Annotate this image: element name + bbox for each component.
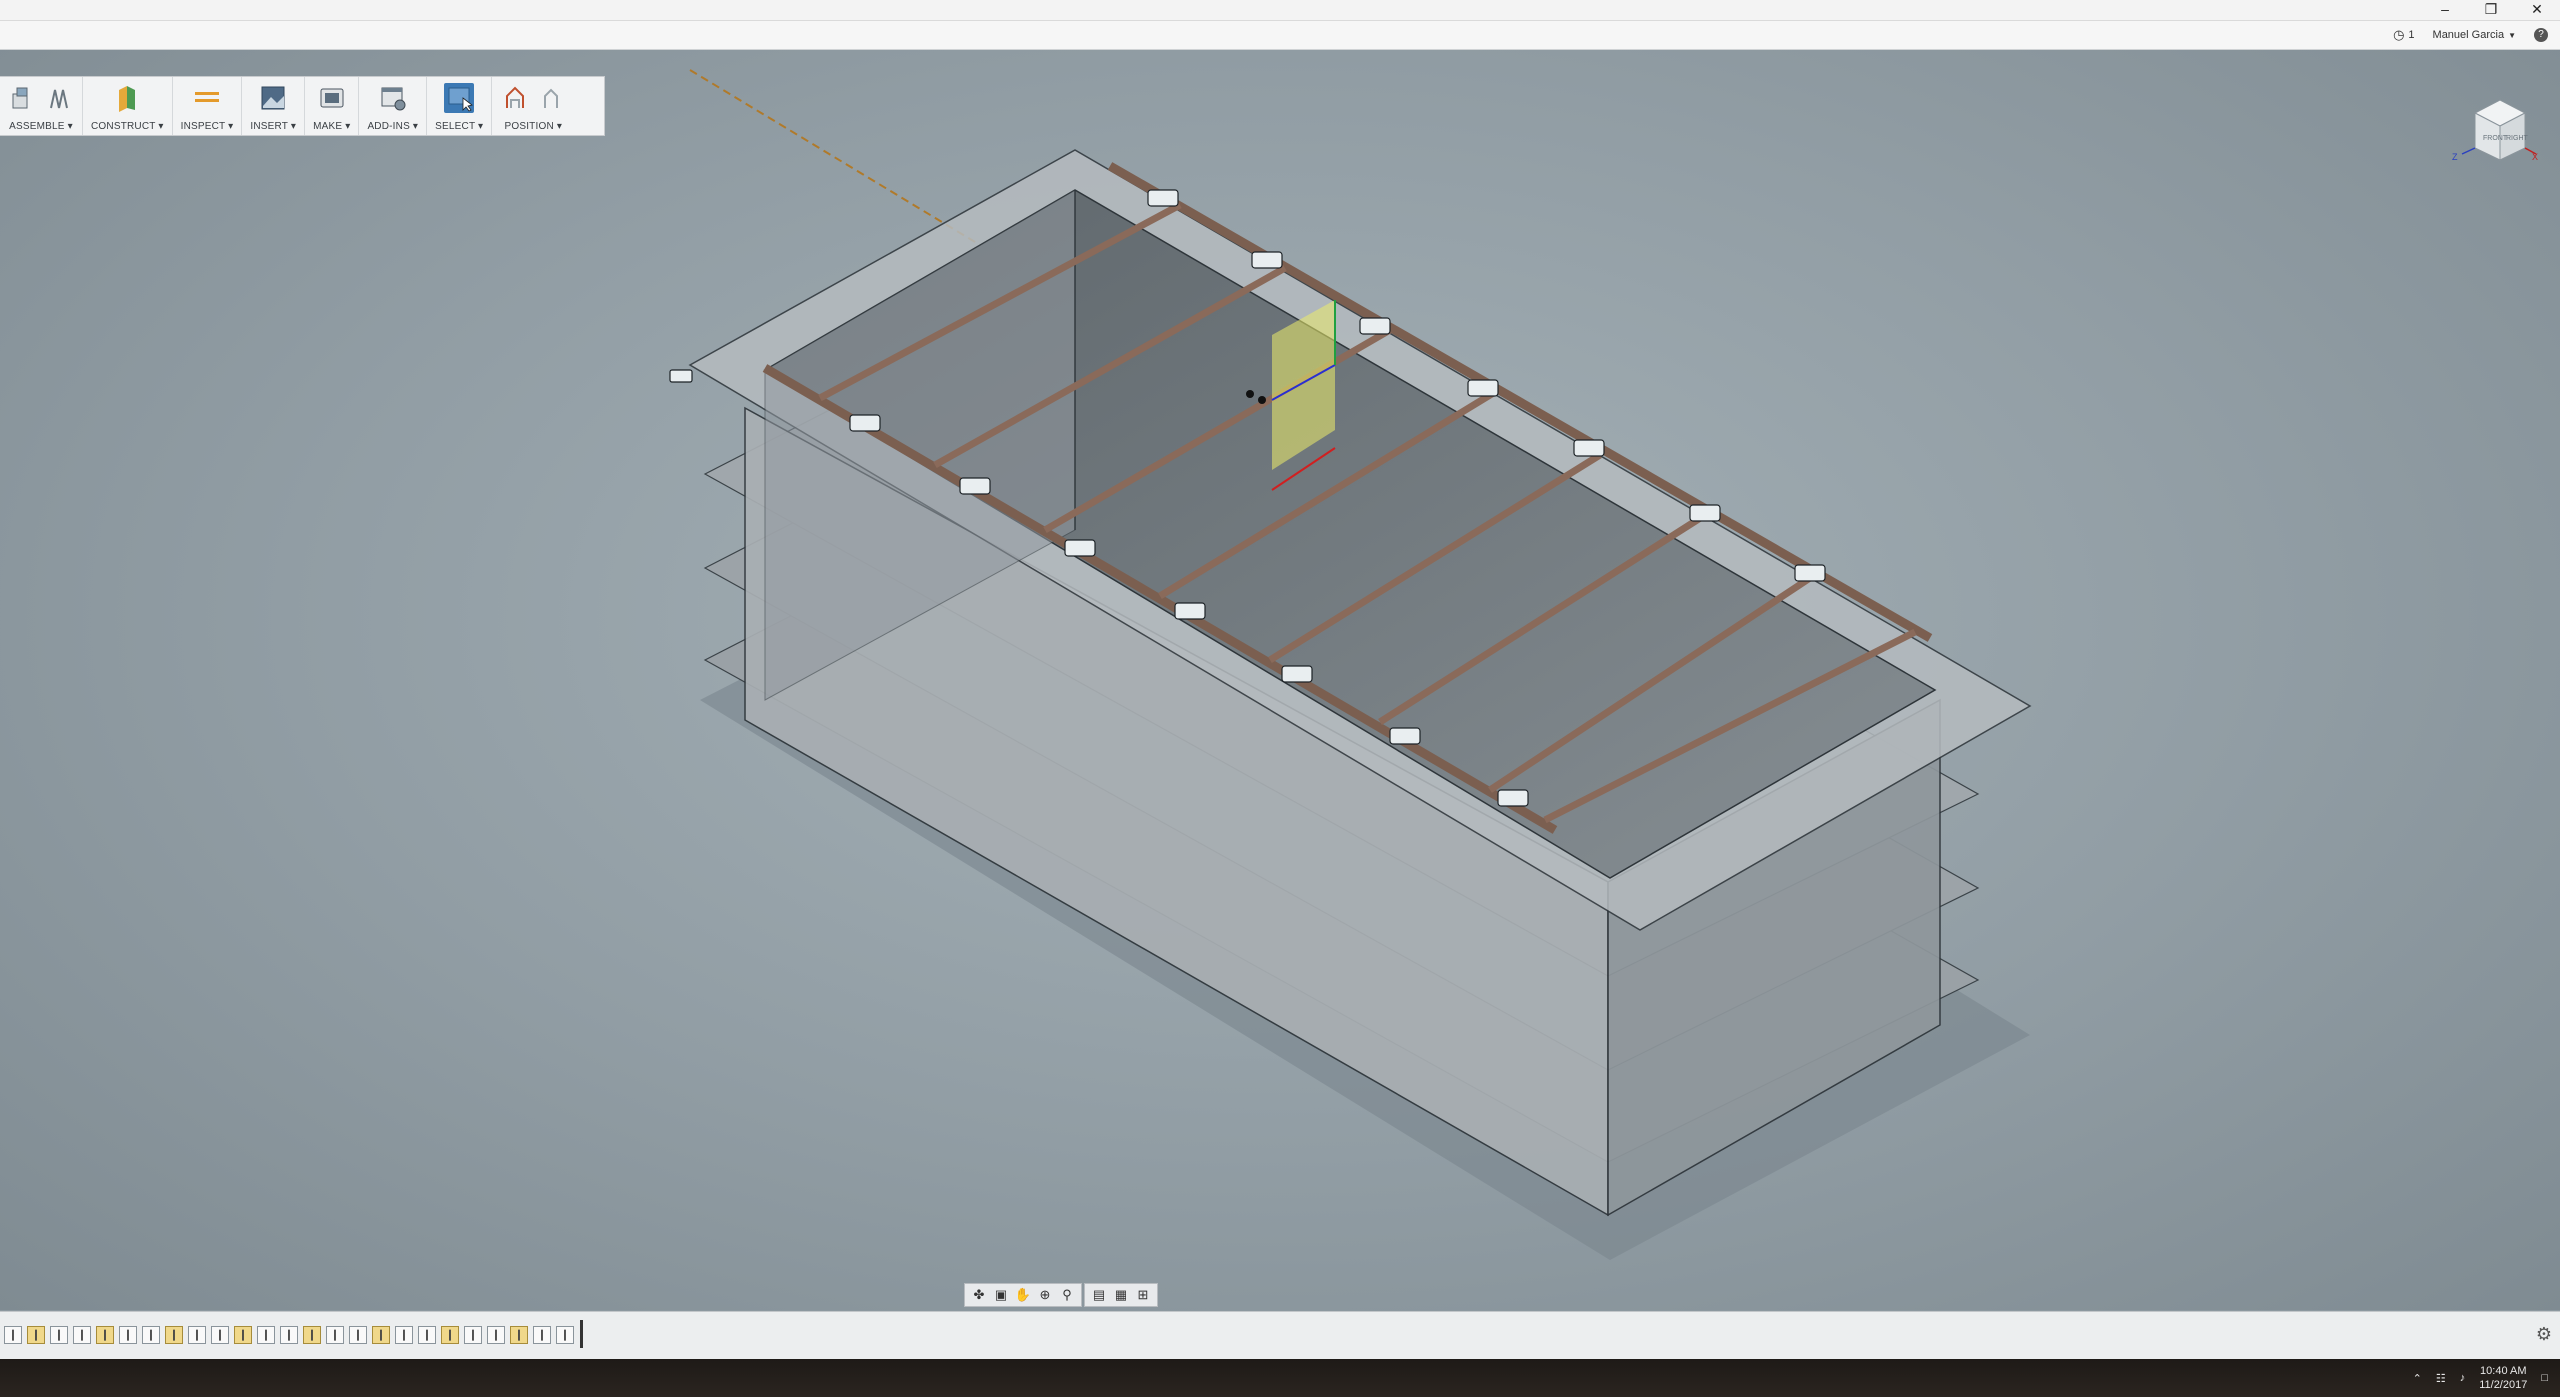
timeline-feature-icon[interactable]: ❙ <box>487 1326 505 1344</box>
os-taskbar: ⌃ ☷ ♪ 10:40 AM 11/2/2017 □ <box>0 1359 2560 1397</box>
timeline-feature-icon[interactable]: ❙ <box>119 1326 137 1344</box>
timeline-feature-icon[interactable]: ❙ <box>280 1326 298 1344</box>
look-at-icon[interactable]: ▣ <box>991 1286 1011 1304</box>
timeline-feature-icon[interactable]: ❙ <box>142 1326 160 1344</box>
timeline-feature-icon[interactable]: ❙ <box>303 1326 321 1344</box>
construct-group[interactable]: CONSTRUCT ▾ <box>83 77 173 135</box>
job-status[interactable]: ◷ 1 <box>2393 27 2414 43</box>
window-title-bar: – ❐ ✕ <box>0 0 2560 21</box>
insert-label: INSERT <box>250 121 288 132</box>
timeline-feature-icon[interactable]: ❙ <box>556 1326 574 1344</box>
timeline-feature-icon[interactable]: ❙ <box>188 1326 206 1344</box>
help-icon: ? <box>2534 28 2548 42</box>
offset-plane-icon[interactable] <box>112 83 142 113</box>
timeline-feature-icon[interactable]: ❙ <box>326 1326 344 1344</box>
zoom-icon[interactable]: ⊕ <box>1035 1286 1055 1304</box>
joint-icon[interactable] <box>44 83 74 113</box>
inspect-group[interactable]: INSPECT ▾ <box>173 77 243 135</box>
display-settings-icon[interactable]: ▤ <box>1089 1286 1109 1304</box>
capture-position-icon[interactable] <box>500 83 530 113</box>
network-icon[interactable]: ☷ <box>2436 1372 2446 1385</box>
timeline-feature-icon[interactable]: ❙ <box>96 1326 114 1344</box>
viewports-icon[interactable]: ⊞ <box>1133 1286 1153 1304</box>
timeline-feature-icon[interactable]: ❙ <box>418 1326 436 1344</box>
timeline-feature-icon[interactable]: ❙ <box>234 1326 252 1344</box>
gear-icon[interactable]: ⚙ <box>2536 1324 2552 1345</box>
minimize-button[interactable]: – <box>2422 0 2468 20</box>
restore-icon: ❐ <box>2484 1 2498 17</box>
system-tray: ⌃ ☷ ♪ 10:40 AM 11/2/2017 □ <box>2413 1359 2548 1397</box>
clock[interactable]: 10:40 AM 11/2/2017 <box>2479 1364 2527 1392</box>
timeline-feature-icon[interactable]: ❙ <box>165 1326 183 1344</box>
pan-icon[interactable]: ✋ <box>1013 1286 1033 1304</box>
design-viewport[interactable] <box>0 50 2560 1310</box>
user-menu[interactable]: Manuel Garcia ▼ <box>2433 29 2516 41</box>
timeline-feature-icon[interactable]: ❙ <box>395 1326 413 1344</box>
timeline-feature-icon[interactable]: ❙ <box>372 1326 390 1344</box>
notifications-icon[interactable]: □ <box>2541 1372 2548 1384</box>
navigation-bar: ✤ ▣ ✋ ⊕ ⚲ ▤ ▦ ⊞ <box>964 1283 1158 1307</box>
chevron-up-icon[interactable]: ⌃ <box>2413 1372 2422 1385</box>
chevron-down-icon: ▼ <box>2508 30 2516 40</box>
assemble-group[interactable]: ASSEMBLE ▾ <box>0 77 83 135</box>
assemble-label: ASSEMBLE <box>9 121 65 132</box>
close-icon: ✕ <box>2531 1 2543 17</box>
select-label: SELECT <box>435 121 476 132</box>
clock-icon: ◷ <box>2393 27 2405 42</box>
timeline-feature-icon[interactable]: ❙ <box>4 1326 22 1344</box>
axis-x-label: X <box>2532 152 2538 162</box>
make-group[interactable]: MAKE ▾ <box>305 77 360 135</box>
viewcube-front-label: FRONT <box>2483 135 2508 142</box>
inspect-label: INSPECT <box>180 121 226 132</box>
job-count: 1 <box>2408 29 2415 41</box>
zoom-window-icon[interactable]: ⚲ <box>1057 1286 1077 1304</box>
timeline-track: ❙ ❙ ❙ ❙ ❙ ❙ ❙ ❙ ❙ ❙ ❙ ❙ ❙ ❙ ❙ ❙ ❙ ❙ ❙ ❙ ❙ ❙ ❙ ❙ ❙ <box>4 1326 574 1344</box>
position-group[interactable]: POSITION ▾ <box>492 77 574 135</box>
timeline-feature-icon[interactable]: ❙ <box>464 1326 482 1344</box>
construct-label: CONSTRUCT <box>91 121 156 132</box>
render-icon[interactable] <box>317 83 347 113</box>
position-label: POSITION <box>504 121 554 132</box>
timeline-feature-icon[interactable]: ❙ <box>533 1326 551 1344</box>
timeline-feature-icon[interactable]: ❙ <box>27 1326 45 1344</box>
user-name: Manuel Garcia <box>2432 29 2505 41</box>
clock-time: 10:40 AM <box>2480 1365 2527 1377</box>
insert-image-icon[interactable] <box>258 83 288 113</box>
timeline-marker[interactable] <box>580 1320 583 1348</box>
close-button[interactable]: ✕ <box>2514 0 2560 20</box>
restore-button[interactable]: ❐ <box>2468 0 2514 20</box>
volume-icon[interactable]: ♪ <box>2460 1372 2466 1384</box>
make-label: MAKE <box>313 121 343 132</box>
model-canvas[interactable] <box>0 50 2560 1310</box>
measure-icon[interactable] <box>192 83 222 113</box>
timeline-feature-icon[interactable]: ❙ <box>211 1326 229 1344</box>
scripts-icon[interactable] <box>378 83 408 113</box>
timeline: ❙ ❙ ❙ ❙ ❙ ❙ ❙ ❙ ❙ ❙ ❙ ❙ ❙ ❙ ❙ ❙ ❙ ❙ ❙ ❙ ❙ ❙ ❙ ❙ ❙ ⚙ <box>0 1311 2560 1360</box>
application-bar: ◷ 1 Manuel Garcia ▼ ? <box>0 21 2560 50</box>
select-group[interactable]: SELECT ▾ <box>427 77 493 135</box>
insert-group[interactable]: INSERT ▾ <box>242 77 306 135</box>
new-component-icon[interactable] <box>8 83 38 113</box>
orbit-icon[interactable]: ✤ <box>969 1286 989 1304</box>
timeline-feature-icon[interactable]: ❙ <box>349 1326 367 1344</box>
timeline-feature-icon[interactable]: ❙ <box>50 1326 68 1344</box>
help-button[interactable]: ? <box>2534 28 2548 42</box>
revert-position-icon[interactable] <box>536 83 566 113</box>
nav-group-display: ▤ ▦ ⊞ <box>1084 1283 1158 1307</box>
addins-group[interactable]: ADD-INS ▾ <box>359 77 428 135</box>
select-icon[interactable] <box>444 83 475 113</box>
timeline-feature-icon[interactable]: ❙ <box>441 1326 459 1344</box>
grid-icon[interactable]: ▦ <box>1111 1286 1131 1304</box>
addins-label: ADD-INS <box>367 121 410 132</box>
axis-z-label: Z <box>2452 152 2458 162</box>
timeline-feature-icon[interactable]: ❙ <box>257 1326 275 1344</box>
ribbon-toolbar: ASSEMBLE ▾ CONSTRUCT ▾ INSPECT ▾ INSERT … <box>0 76 605 136</box>
viewcube-right-label: RIGHT <box>2506 135 2529 142</box>
minimize-icon: – <box>2441 1 2449 17</box>
nav-group-camera: ✤ ▣ ✋ ⊕ ⚲ <box>964 1283 1082 1307</box>
clock-date: 11/2/2017 <box>2479 1379 2528 1391</box>
timeline-feature-icon[interactable]: ❙ <box>73 1326 91 1344</box>
view-cube[interactable]: FRONT RIGHT Z X <box>2450 88 2540 178</box>
timeline-feature-icon[interactable]: ❙ <box>510 1326 528 1344</box>
